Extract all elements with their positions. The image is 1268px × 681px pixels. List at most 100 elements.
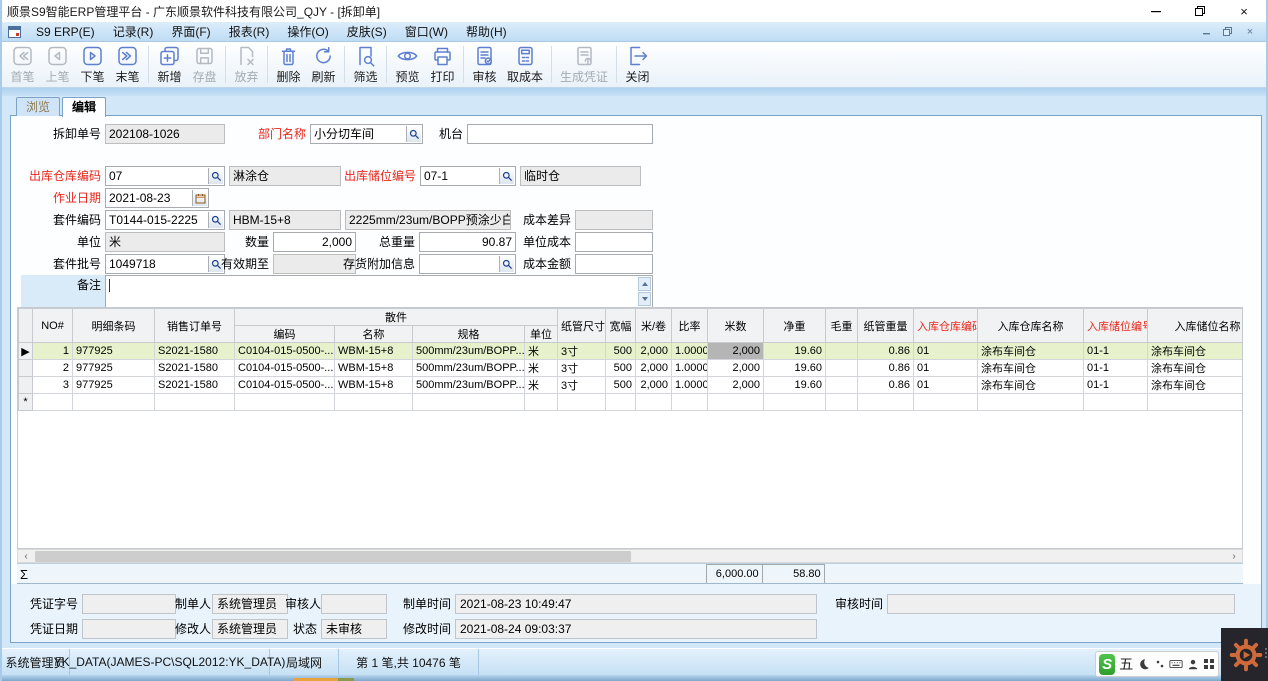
grid-cell[interactable]: WBM-15+8 bbox=[335, 360, 413, 377]
grid-cell[interactable]: 涂布车间仓 bbox=[1148, 343, 1244, 360]
grid-cell[interactable]: 涂布车间仓 bbox=[978, 343, 1084, 360]
grid-cell[interactable]: WBM-15+8 bbox=[335, 343, 413, 360]
grid-row[interactable]: 2977925S2021-1580C0104-015-0500-...WBM-1… bbox=[19, 360, 1244, 377]
app-tray-logo[interactable] bbox=[1221, 628, 1268, 681]
ime-logo-icon[interactable]: S bbox=[1099, 654, 1115, 675]
toolbar-button-next[interactable]: 下笔 bbox=[75, 43, 110, 86]
grid-cell[interactable]: C0104-015-0500-... bbox=[235, 343, 335, 360]
mdi-restore-button[interactable] bbox=[1220, 25, 1236, 39]
grid-cell[interactable] bbox=[764, 394, 826, 411]
toolbar-button-last[interactable]: 末笔 bbox=[110, 43, 145, 86]
grid-cell[interactable]: 500 bbox=[606, 377, 636, 394]
dept-lookup-icon[interactable] bbox=[406, 126, 421, 142]
grid-cell[interactable] bbox=[826, 343, 858, 360]
menu-item-4[interactable]: 操作(O) bbox=[278, 22, 337, 42]
grid-cell[interactable]: 01 bbox=[914, 377, 978, 394]
grid-cell[interactable]: S2021-1580 bbox=[155, 343, 235, 360]
toolbar-button-print[interactable]: 打印 bbox=[425, 43, 460, 86]
grid-cell[interactable]: 1.0000 bbox=[672, 377, 708, 394]
grid-cell[interactable]: 涂布车间仓 bbox=[978, 377, 1084, 394]
grid-col-header[interactable]: 入库储位名称 bbox=[1148, 309, 1244, 343]
out-location-code-field[interactable]: 07-1 bbox=[420, 166, 516, 186]
remark-field[interactable] bbox=[105, 275, 653, 308]
toolbar-button-filter[interactable]: 筛选 bbox=[348, 43, 383, 86]
grid-cell[interactable]: 500mm/23um/BOPP... bbox=[413, 343, 525, 360]
grid-cell[interactable] bbox=[978, 394, 1084, 411]
grid-cell[interactable]: 2,000 bbox=[636, 377, 672, 394]
grid-cell[interactable]: 500mm/23um/BOPP... bbox=[413, 360, 525, 377]
grid-col-header[interactable]: 明细条码 bbox=[73, 309, 155, 343]
toolbar-button-save[interactable]: 存盘 bbox=[187, 43, 222, 86]
grid-col-header[interactable]: 入库仓库名称 bbox=[978, 309, 1084, 343]
grid-cell[interactable]: 0.86 bbox=[858, 377, 914, 394]
grid-cell[interactable]: 01 bbox=[914, 343, 978, 360]
grid-cell[interactable] bbox=[33, 394, 73, 411]
grid-cell[interactable] bbox=[672, 394, 708, 411]
menu-item-1[interactable]: 记录(R) bbox=[104, 22, 163, 42]
toolbar-button-voucher[interactable]: 生成凭证 bbox=[555, 43, 613, 86]
menu-item-3[interactable]: 报表(R) bbox=[220, 22, 279, 42]
moon-icon[interactable] bbox=[1137, 658, 1150, 671]
grid-cell[interactable]: 2 bbox=[33, 360, 73, 377]
doc-no-field[interactable]: 202108-1026 bbox=[105, 124, 225, 144]
grid-horizontal-scrollbar[interactable]: ‹ › bbox=[17, 549, 1243, 563]
grid-cell[interactable]: 2,000 bbox=[708, 377, 764, 394]
grid-new-row[interactable]: * bbox=[19, 394, 1244, 411]
grid-cell[interactable] bbox=[1148, 394, 1244, 411]
dept-field[interactable]: 小分切车间 bbox=[310, 124, 423, 144]
toolbar-button-discard[interactable]: 放弃 bbox=[229, 43, 264, 86]
grid-cell[interactable]: 3寸 bbox=[558, 343, 606, 360]
grid-col-header[interactable]: 米数 bbox=[708, 309, 764, 343]
grid-cell[interactable]: 1.0000 bbox=[672, 343, 708, 360]
voucher-date-field[interactable] bbox=[82, 619, 176, 639]
grid-col-header[interactable]: 米/卷 bbox=[636, 309, 672, 343]
qty-field[interactable]: 2,000 bbox=[273, 232, 356, 252]
grid-cell[interactable]: 3寸 bbox=[558, 360, 606, 377]
grid-col-header[interactable]: 销售订单号 bbox=[155, 309, 235, 343]
mdi-close-button[interactable]: × bbox=[1242, 25, 1258, 39]
grid-col-header[interactable]: NO# bbox=[33, 309, 73, 343]
detail-grid[interactable]: NO#明细条码销售订单号散件纸管尺寸宽幅米/卷比率米数净重毛重纸管重量入库仓库编… bbox=[17, 307, 1243, 549]
window-restore-button[interactable] bbox=[1178, 0, 1222, 22]
total-weight-field[interactable]: 90.87 bbox=[419, 232, 516, 252]
grid-cell[interactable]: C0104-015-0500-... bbox=[235, 377, 335, 394]
window-close-button[interactable]: × bbox=[1222, 0, 1266, 22]
grid-cell[interactable]: 米 bbox=[525, 343, 558, 360]
grid-icon[interactable] bbox=[1203, 658, 1215, 670]
kit-code-field[interactable]: T0144-015-2225 bbox=[105, 210, 225, 230]
grid-cell[interactable] bbox=[826, 360, 858, 377]
menu-item-7[interactable]: 帮助(H) bbox=[457, 22, 516, 42]
out-warehouse-code-field[interactable]: 07 bbox=[105, 166, 225, 186]
grid-cell[interactable] bbox=[826, 394, 858, 411]
menu-item-6[interactable]: 窗口(W) bbox=[396, 22, 457, 42]
grid-cell[interactable]: 01-1 bbox=[1084, 377, 1148, 394]
grid-cell[interactable]: 米 bbox=[525, 360, 558, 377]
grid-col-header[interactable]: 单位 bbox=[525, 326, 558, 343]
grid-cell[interactable]: 500mm/23um/BOPP... bbox=[413, 377, 525, 394]
menu-item-5[interactable]: 皮肤(S) bbox=[338, 22, 396, 42]
out-location-lookup-icon[interactable] bbox=[499, 168, 514, 184]
grid-cell[interactable]: 19.60 bbox=[764, 377, 826, 394]
window-minimize-button[interactable] bbox=[1134, 0, 1178, 22]
grid-cell[interactable]: 01 bbox=[914, 360, 978, 377]
user-icon[interactable] bbox=[1187, 658, 1199, 671]
grid-cell[interactable] bbox=[636, 394, 672, 411]
grid-cell[interactable] bbox=[73, 394, 155, 411]
tab-edit[interactable]: 编辑 bbox=[62, 97, 106, 117]
grid-cell[interactable]: S2021-1580 bbox=[155, 377, 235, 394]
grid-cell[interactable]: 0.86 bbox=[858, 343, 914, 360]
grid-row[interactable]: 3977925S2021-1580C0104-015-0500-...WBM-1… bbox=[19, 377, 1244, 394]
grid-cell[interactable]: 涂布车间仓 bbox=[1148, 360, 1244, 377]
grid-cell[interactable]: 19.60 bbox=[764, 343, 826, 360]
menu-item-2[interactable]: 界面(F) bbox=[162, 22, 219, 42]
toolbar-button-close[interactable]: 关闭 bbox=[620, 43, 655, 86]
grid-cell[interactable]: 0.86 bbox=[858, 360, 914, 377]
calendar-icon[interactable] bbox=[192, 190, 207, 206]
ime-mode-indicator[interactable]: 五 bbox=[1119, 654, 1133, 674]
grid-cell[interactable]: 米 bbox=[525, 377, 558, 394]
grid-cell[interactable]: 1.0000 bbox=[672, 360, 708, 377]
grid-cell[interactable]: 涂布车间仓 bbox=[978, 360, 1084, 377]
grid-col-header[interactable]: 纸管尺寸 bbox=[558, 309, 606, 343]
grid-cell[interactable] bbox=[558, 394, 606, 411]
toolbar-button-add[interactable]: 新增 bbox=[152, 43, 187, 86]
